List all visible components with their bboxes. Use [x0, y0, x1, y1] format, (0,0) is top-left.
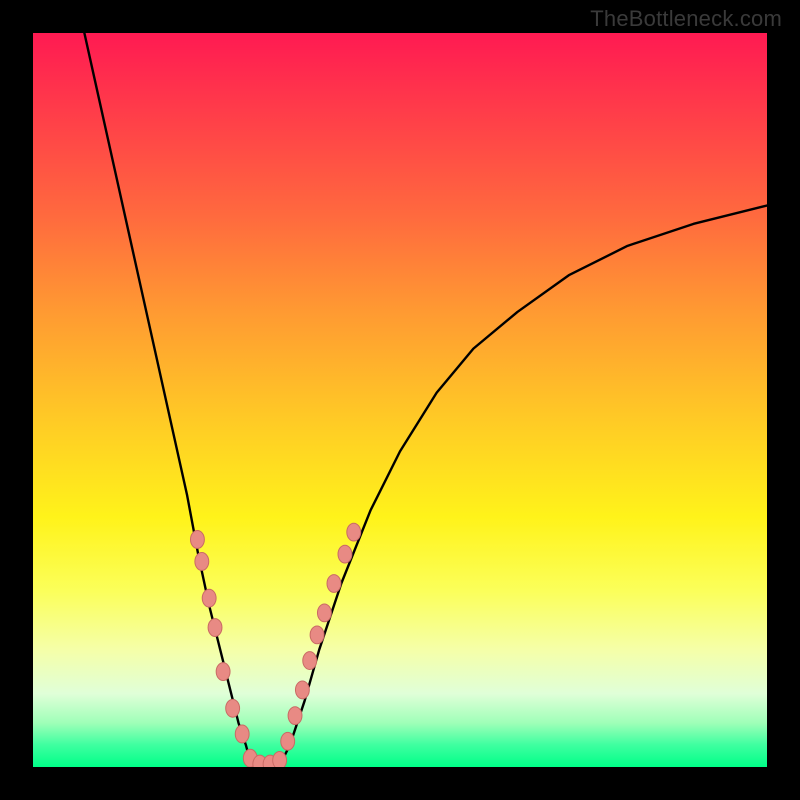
plot-area — [33, 33, 767, 767]
data-marker — [310, 626, 324, 644]
data-markers — [190, 523, 360, 767]
data-marker — [226, 699, 240, 717]
data-marker — [202, 589, 216, 607]
watermark-text: TheBottleneck.com — [590, 6, 782, 32]
data-marker — [208, 619, 222, 637]
data-marker — [216, 663, 230, 681]
data-marker — [281, 732, 295, 750]
data-marker — [235, 725, 249, 743]
chart-frame: TheBottleneck.com — [0, 0, 800, 800]
data-marker — [317, 604, 331, 622]
data-marker — [288, 707, 302, 725]
data-marker — [338, 545, 352, 563]
data-marker — [295, 681, 309, 699]
bottleneck-curve — [84, 33, 767, 767]
data-marker — [273, 751, 287, 767]
data-marker — [347, 523, 361, 541]
data-marker — [327, 575, 341, 593]
data-marker — [303, 652, 317, 670]
data-marker — [190, 531, 204, 549]
curve-layer — [33, 33, 767, 767]
data-marker — [195, 553, 209, 571]
